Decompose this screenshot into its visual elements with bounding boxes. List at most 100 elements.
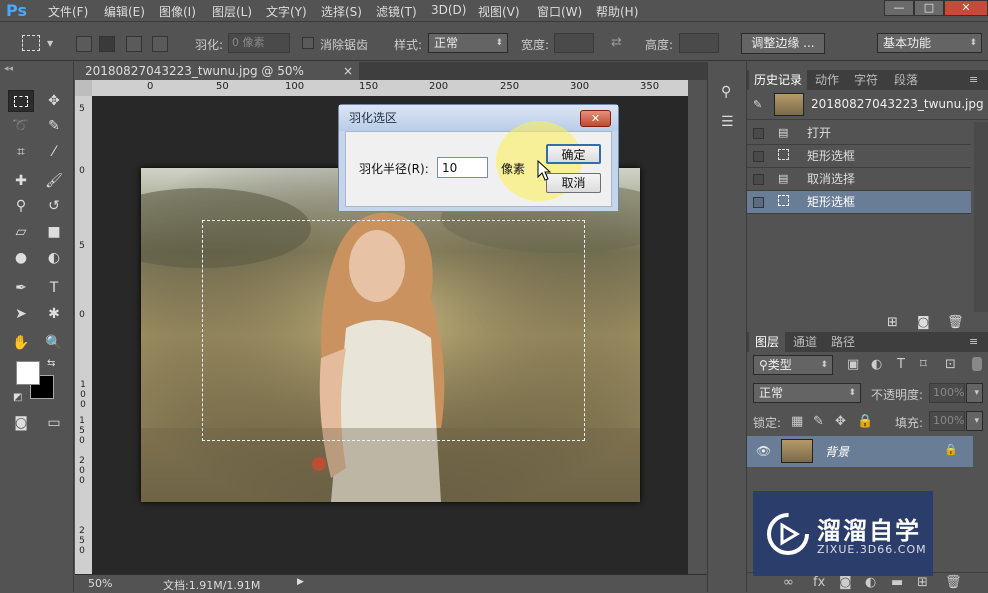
gradient-tool-icon[interactable]: ■ bbox=[41, 221, 67, 243]
tab-history[interactable]: 历史记录 bbox=[749, 70, 807, 90]
style-select[interactable]: 正常 ⬍ bbox=[428, 33, 508, 53]
lasso-tool-icon[interactable]: ➰ bbox=[8, 115, 34, 137]
dodge-tool-icon[interactable]: ◐ bbox=[41, 247, 67, 269]
tab-channels[interactable]: 通道 bbox=[787, 332, 823, 352]
default-colors-icon[interactable]: ◩ bbox=[13, 392, 22, 403]
brush-tool-icon[interactable]: 🖌 bbox=[41, 170, 67, 192]
history-item[interactable]: 矩形选框 bbox=[747, 145, 971, 168]
filter-pixel-icon[interactable]: ▣ bbox=[847, 357, 859, 372]
filter-type-icon[interactable]: T bbox=[897, 357, 905, 372]
history-item[interactable]: ▤ 打开 bbox=[747, 122, 971, 145]
filter-adjust-icon[interactable]: ◐ bbox=[871, 357, 882, 372]
swap-icon[interactable]: ⇄ bbox=[611, 35, 622, 50]
quick-select-tool-icon[interactable]: ✎ bbox=[41, 115, 67, 137]
status-menu-arrow-icon[interactable]: ▶ bbox=[297, 577, 304, 587]
menu-select[interactable]: 选择(S) bbox=[321, 3, 362, 20]
properties-panel-icon[interactable]: ☰ bbox=[721, 114, 734, 130]
menu-view[interactable]: 视图(V) bbox=[478, 3, 520, 20]
trash-icon[interactable]: 🗑 bbox=[947, 315, 964, 330]
filter-smart-icon[interactable]: ⊡ bbox=[945, 357, 956, 372]
close-button[interactable]: ✕ bbox=[944, 0, 988, 16]
custom-shape-tool-icon[interactable]: ✱ bbox=[41, 303, 67, 325]
history-item-selected[interactable]: 矩形选框 bbox=[747, 191, 971, 214]
path-select-tool-icon[interactable]: ➤ bbox=[8, 303, 34, 325]
menu-help[interactable]: 帮助(H) bbox=[596, 3, 638, 20]
blend-mode-select[interactable]: 正常 ⬍ bbox=[753, 383, 861, 403]
history-panel-icon[interactable]: ⚲ bbox=[721, 84, 731, 100]
clone-stamp-tool-icon[interactable]: ⚲ bbox=[8, 195, 34, 217]
refine-edge-button[interactable]: 调整边缘 ... bbox=[741, 33, 825, 54]
antialias-checkbox[interactable] bbox=[302, 37, 314, 49]
new-layer-icon[interactable]: ⊞ bbox=[917, 575, 928, 590]
fill-dropdown[interactable]: ▾ bbox=[966, 411, 983, 431]
width-input[interactable] bbox=[554, 33, 594, 53]
crop-tool-icon[interactable]: ⌗ bbox=[8, 141, 34, 163]
fx-icon[interactable]: fx bbox=[813, 575, 825, 590]
hand-tool-icon[interactable]: ✋ bbox=[8, 332, 34, 354]
tab-paragraph[interactable]: 段落 bbox=[887, 70, 925, 90]
move-tool-icon[interactable]: ✥ bbox=[41, 90, 67, 112]
menu-filter[interactable]: 滤镜(T) bbox=[376, 3, 417, 20]
history-item[interactable]: ▤ 取消选择 bbox=[747, 168, 971, 191]
document-tab[interactable]: 20180827043223_twunu.jpg @ 50%(RGB/8#) × bbox=[75, 62, 359, 96]
swap-colors-icon[interactable]: ⇆ bbox=[47, 358, 55, 369]
zoom-level[interactable]: 50% bbox=[88, 577, 112, 590]
filter-shape-icon[interactable]: ⌑ bbox=[920, 357, 927, 372]
rect-marquee-tool-icon[interactable] bbox=[8, 90, 34, 112]
menu-3d[interactable]: 3D(D) bbox=[431, 3, 466, 17]
link-icon[interactable]: ∞ bbox=[783, 575, 794, 590]
lock-transparent-icon[interactable]: ▦ bbox=[791, 414, 803, 429]
dialog-close-button[interactable]: ✕ bbox=[580, 110, 611, 127]
eraser-tool-icon[interactable]: ▱ bbox=[8, 221, 34, 243]
eyedropper-tool-icon[interactable]: ⁄ bbox=[41, 141, 67, 163]
fill-input[interactable]: 100% bbox=[929, 411, 965, 431]
tab-actions[interactable]: 动作 bbox=[809, 70, 845, 90]
trash-icon[interactable]: 🗑 bbox=[945, 575, 962, 590]
intersect-selection-icon[interactable] bbox=[152, 36, 168, 52]
close-tab-icon[interactable]: × bbox=[343, 62, 353, 80]
history-snapshot[interactable]: ✎ 20180827043223_twunu.jpg bbox=[747, 90, 988, 120]
menu-edit[interactable]: 编辑(E) bbox=[104, 3, 145, 20]
lock-position-icon[interactable]: ✥ bbox=[835, 414, 846, 429]
add-selection-icon[interactable] bbox=[99, 36, 115, 52]
type-tool-icon[interactable]: T bbox=[41, 277, 67, 299]
filter-toggle[interactable] bbox=[972, 357, 982, 371]
tab-paths[interactable]: 路径 bbox=[825, 332, 861, 352]
layer-filter-select[interactable]: ⚲类型 ⬍ bbox=[753, 355, 833, 375]
feather-input[interactable]: 0 像素 bbox=[228, 33, 290, 53]
cancel-button[interactable]: 取消 bbox=[546, 173, 601, 193]
tab-character[interactable]: 字符 bbox=[847, 70, 885, 90]
eye-icon[interactable]: 👁 bbox=[756, 444, 771, 458]
marquee-preset-icon[interactable] bbox=[22, 35, 40, 51]
vertical-scrollbar[interactable] bbox=[688, 96, 707, 574]
layer-row-background[interactable]: 👁 背景 🔒 bbox=[747, 436, 973, 467]
menu-image[interactable]: 图像(I) bbox=[159, 3, 196, 20]
panel-menu-icon[interactable]: ≡ bbox=[969, 73, 978, 86]
quick-mask-icon[interactable]: ◙ bbox=[8, 412, 34, 434]
menu-type[interactable]: 文字(Y) bbox=[266, 3, 307, 20]
menu-layer[interactable]: 图层(L) bbox=[212, 3, 252, 20]
foreground-color-swatch[interactable] bbox=[16, 361, 40, 385]
height-input[interactable] bbox=[679, 33, 719, 53]
lock-pixels-icon[interactable]: ✎ bbox=[813, 414, 824, 429]
history-scrollbar[interactable] bbox=[974, 122, 988, 312]
tab-layers[interactable]: 图层 bbox=[749, 332, 785, 352]
restore-button[interactable]: □ bbox=[914, 0, 944, 16]
menu-window[interactable]: 窗口(W) bbox=[537, 3, 582, 20]
opacity-dropdown[interactable]: ▾ bbox=[966, 383, 983, 403]
pen-tool-icon[interactable]: ✒ bbox=[8, 277, 34, 299]
workspace-select[interactable]: 基本功能 ⬍ bbox=[877, 33, 982, 53]
subtract-selection-icon[interactable] bbox=[126, 36, 142, 52]
collapse-arrows-icon[interactable]: ◂◂ bbox=[4, 64, 13, 74]
lock-all-icon[interactable]: 🔒 bbox=[857, 414, 873, 429]
feather-radius-input[interactable] bbox=[437, 157, 488, 178]
mask-icon[interactable]: ◙ bbox=[839, 575, 852, 590]
panel-menu-icon[interactable]: ≡ bbox=[969, 335, 978, 348]
adjustment-icon[interactable]: ◐ bbox=[865, 575, 876, 590]
folder-icon[interactable]: ▬ bbox=[891, 575, 903, 590]
blur-tool-icon[interactable]: ● bbox=[8, 247, 34, 269]
new-document-from-state-icon[interactable]: ⊞ bbox=[887, 315, 898, 330]
opacity-input[interactable]: 100% bbox=[929, 383, 965, 403]
layer-name[interactable]: 背景 bbox=[825, 443, 849, 460]
chevron-down-icon[interactable]: ▼ bbox=[47, 39, 53, 48]
